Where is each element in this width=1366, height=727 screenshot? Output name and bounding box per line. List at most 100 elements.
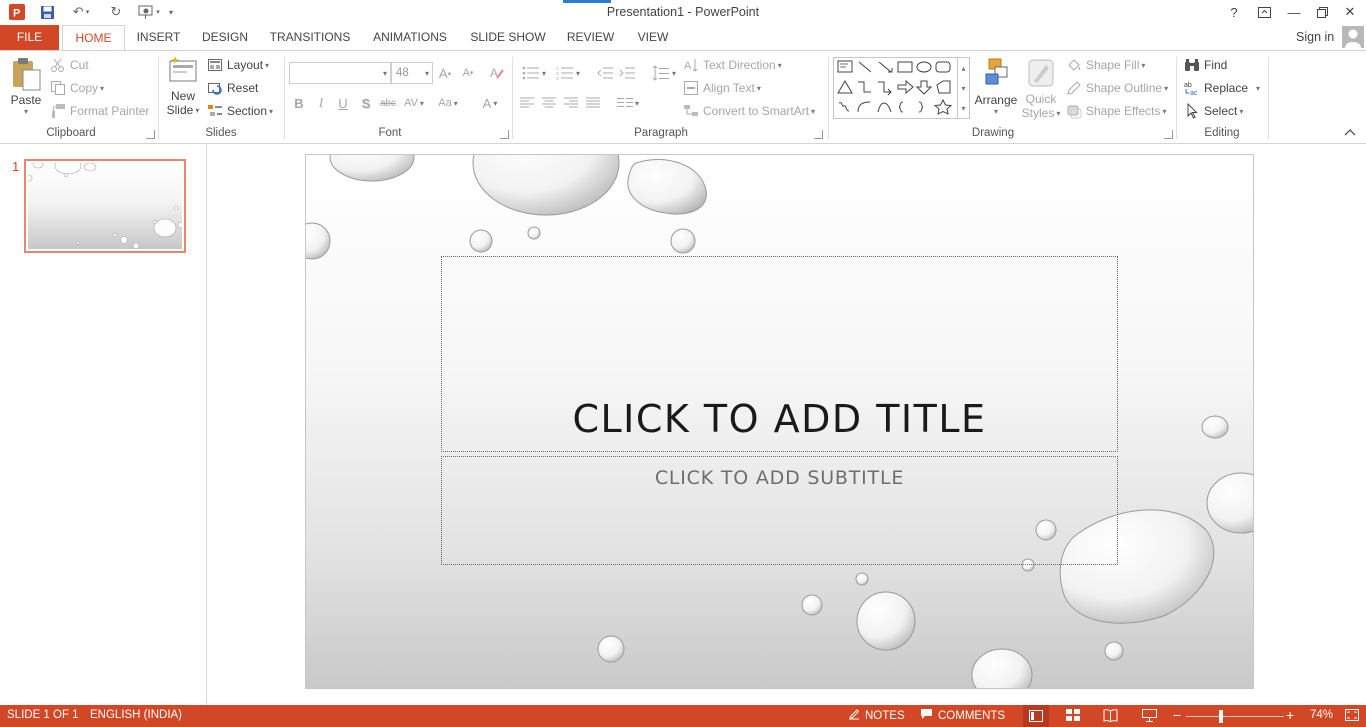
font-size-value: 48: [396, 67, 409, 79]
columns-button[interactable]: ▾: [614, 94, 642, 112]
shapes-gallery-scroll[interactable]: ▴ ▾ ▾: [957, 58, 969, 118]
sign-in-link[interactable]: Sign in: [1296, 30, 1334, 44]
clipboard-launcher-icon[interactable]: [146, 130, 155, 139]
tab-review[interactable]: REVIEW: [562, 25, 619, 50]
quick-styles-label-line1: Quick: [1025, 92, 1057, 106]
fit-slide-icon[interactable]: [1345, 709, 1359, 721]
slide-canvas[interactable]: CLICK TO ADD TITLE CLICK TO ADD SUBTITLE: [305, 154, 1254, 689]
strikethrough-button[interactable]: abc: [378, 94, 398, 112]
align-center-icon[interactable]: [540, 94, 558, 112]
format-painter-label: Format Painter: [70, 104, 150, 118]
cut-button[interactable]: Cut: [50, 57, 89, 73]
format-painter-button[interactable]: Format Painter: [50, 103, 149, 119]
language-indicator[interactable]: ENGLISH (INDIA): [90, 709, 182, 721]
justify-icon[interactable]: [584, 94, 602, 112]
tab-file[interactable]: FILE: [0, 25, 59, 50]
smartart-icon: [683, 103, 699, 119]
notes-button[interactable]: NOTES: [848, 708, 905, 723]
font-size-combo[interactable]: 48 ▾: [391, 62, 433, 84]
reading-view-icon[interactable]: [1103, 709, 1118, 722]
binoculars-icon: [1184, 57, 1200, 73]
touch-indicator: [563, 0, 611, 3]
shape-outline-button[interactable]: Shape Outline ▾: [1066, 80, 1168, 96]
paragraph-launcher-icon[interactable]: [814, 130, 823, 139]
grow-font-button[interactable]: A ▴: [436, 64, 454, 82]
convert-to-smartart-button[interactable]: Convert to SmartArt ▾: [683, 103, 815, 119]
zoom-slider-track[interactable]: [1186, 716, 1284, 717]
select-button[interactable]: Select ▾: [1184, 102, 1243, 119]
text-direction-button[interactable]: A Text Direction ▾: [683, 57, 782, 73]
character-spacing-button[interactable]: AV ▾: [400, 94, 428, 112]
shape-fill-label: Shape Fill: [1086, 58, 1140, 72]
bullets-button[interactable]: ▾: [520, 64, 548, 82]
tab-home[interactable]: HOME: [62, 25, 125, 51]
align-text-button[interactable]: Align Text ▾: [683, 80, 761, 96]
normal-view-icon[interactable]: [1023, 705, 1049, 727]
zoom-out-icon[interactable]: −: [1173, 707, 1181, 723]
notes-label: NOTES: [865, 709, 905, 722]
slide-counter[interactable]: SLIDE 1 OF 1: [7, 709, 79, 721]
arrange-button[interactable]: Arrange ▾: [974, 57, 1018, 125]
shape-fill-button[interactable]: Shape Fill ▾: [1066, 57, 1145, 73]
italic-button[interactable]: I: [312, 94, 330, 112]
quick-styles-button[interactable]: Quick Styles ▾: [1021, 57, 1061, 127]
font-name-combo[interactable]: ▾: [289, 62, 391, 84]
avatar[interactable]: [1342, 26, 1364, 48]
shrink-font-button[interactable]: A ▾: [459, 64, 477, 82]
group-separator: [1176, 57, 1177, 139]
font-launcher-icon[interactable]: [500, 130, 509, 139]
minimize-icon[interactable]: —: [1280, 2, 1308, 22]
slide-sorter-icon[interactable]: [1066, 709, 1080, 722]
title-bar: P ↶ ▾ ↻ ▾ ▾ Presentation1 - PowerPoint ? …: [0, 0, 1366, 25]
shapes-gallery[interactable]: ▴ ▾ ▾: [833, 57, 970, 119]
tab-design[interactable]: DESIGN: [196, 25, 254, 50]
layout-button[interactable]: Layout ▾: [207, 57, 269, 73]
tab-view[interactable]: VIEW: [630, 25, 676, 50]
paste-button[interactable]: Paste ▾: [8, 57, 44, 123]
tab-slide-show[interactable]: SLIDE SHOW: [465, 25, 551, 50]
font-name-dropdown-icon[interactable]: ▾: [383, 69, 387, 78]
line-spacing-button[interactable]: ▾: [650, 64, 678, 82]
align-right-icon[interactable]: [562, 94, 580, 112]
drawing-launcher-icon[interactable]: [1164, 130, 1173, 139]
reset-button[interactable]: Reset: [207, 80, 258, 96]
tab-transitions[interactable]: TRANSITIONS: [265, 25, 355, 50]
find-button[interactable]: Find: [1184, 57, 1227, 73]
svg-text:3: 3: [556, 76, 559, 80]
clear-formatting-icon[interactable]: A: [488, 64, 506, 82]
underline-button[interactable]: U: [334, 94, 352, 112]
numbering-button[interactable]: 1 2 3 ▾: [554, 64, 582, 82]
text-shadow-button[interactable]: S: [357, 94, 375, 112]
increase-indent-icon[interactable]: [618, 64, 636, 82]
restore-icon[interactable]: [1308, 2, 1336, 22]
help-icon[interactable]: ?: [1220, 2, 1248, 22]
section-button[interactable]: Section ▾: [207, 103, 273, 119]
zoom-slider-thumb[interactable]: [1219, 710, 1223, 723]
ribbon-display-options-icon[interactable]: [1250, 2, 1278, 22]
new-slide-button[interactable]: New Slide ▾: [164, 55, 202, 125]
zoom-in-icon[interactable]: +: [1286, 707, 1294, 723]
gallery-up-icon[interactable]: ▴: [961, 64, 965, 73]
shape-effects-button[interactable]: Shape Effects ▾: [1066, 103, 1167, 119]
title-placeholder[interactable]: CLICK TO ADD TITLE: [441, 256, 1118, 452]
font-size-dropdown-icon[interactable]: ▾: [425, 69, 429, 78]
subtitle-placeholder[interactable]: CLICK TO ADD SUBTITLE: [441, 456, 1118, 565]
zoom-level[interactable]: 74%: [1310, 709, 1333, 721]
close-icon[interactable]: ✕: [1336, 2, 1364, 22]
tab-insert[interactable]: INSERT: [131, 25, 186, 50]
font-color-button[interactable]: A ▾: [476, 94, 504, 112]
decrease-indent-icon[interactable]: [596, 64, 614, 82]
align-left-icon[interactable]: [518, 94, 536, 112]
bold-button[interactable]: B: [290, 94, 308, 112]
tab-animations[interactable]: ANIMATIONS: [366, 25, 454, 50]
gallery-down-icon[interactable]: ▾: [961, 84, 965, 93]
change-case-button[interactable]: Aa ▾: [434, 94, 462, 112]
slide-show-view-icon[interactable]: [1142, 709, 1157, 722]
gallery-more-icon[interactable]: ▾: [961, 104, 965, 113]
copy-button[interactable]: Copy ▾: [50, 80, 104, 96]
collapse-ribbon-icon[interactable]: [1344, 127, 1358, 141]
font-color-label: A: [482, 95, 492, 111]
replace-button[interactable]: ab ac Replace ▾: [1184, 80, 1260, 97]
slide-thumbnail-1[interactable]: [24, 157, 186, 253]
comments-button[interactable]: COMMENTS: [920, 708, 1005, 723]
